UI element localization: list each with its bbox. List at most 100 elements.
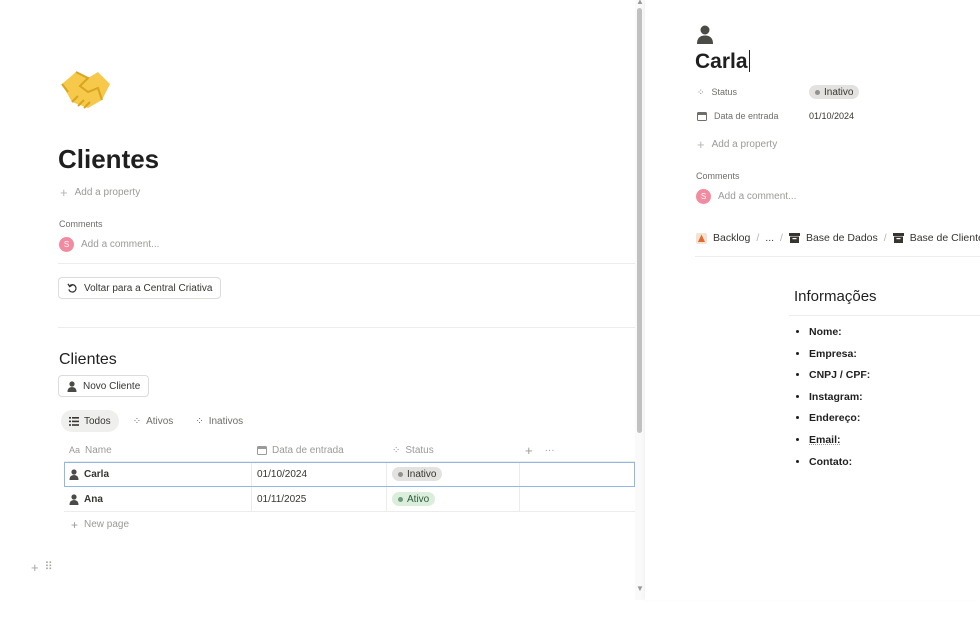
name-cell[interactable]: Ana — [64, 487, 252, 511]
list-item-text: Endereço: — [809, 412, 860, 424]
archive-icon — [893, 233, 904, 243]
list-item-text: Instagram: — [809, 391, 863, 403]
plus-icon: + — [60, 185, 68, 200]
plus-icon[interactable]: + — [31, 560, 39, 575]
block-handle[interactable]: + ⠿ — [31, 560, 53, 575]
breadcrumb-base-de-clientes[interactable]: Base de Clientes — [910, 232, 980, 244]
page-title[interactable]: Clientes — [58, 144, 159, 175]
add-column-icon[interactable]: + — [525, 443, 533, 458]
breadcrumb-backlog[interactable]: Backlog — [713, 232, 750, 244]
name-cell[interactable]: Carla — [64, 462, 252, 486]
date-value: 01/11/2025 — [257, 494, 306, 505]
back-button-label: Voltar para a Central Criativa — [84, 283, 212, 294]
new-page-button[interactable]: + New page — [64, 512, 635, 537]
peek-panel: Carla ⁘ Status Inativo Data de entrada 0… — [645, 0, 980, 600]
list-item[interactable]: Nome: — [809, 324, 870, 346]
person-icon — [69, 494, 79, 505]
tab-label: Inativos — [209, 416, 243, 427]
peek-title[interactable]: Carla — [695, 50, 750, 74]
comment-input[interactable]: Add a comment... — [718, 191, 796, 202]
main-page: Clientes + Add a property Comments S Add… — [0, 0, 645, 600]
breadcrumb-ellipsis[interactable]: ... — [765, 232, 774, 244]
breadcrumb-separator: / — [780, 232, 783, 244]
status-cell[interactable]: Ativo — [387, 487, 520, 511]
status-badge: Ativo — [392, 492, 435, 506]
peek-title-text[interactable]: Carla — [695, 50, 748, 73]
info-list: Nome: Empresa: CNPJ / CPF: Instagram: En… — [809, 324, 870, 475]
scroll-down-icon[interactable]: ▼ — [636, 584, 644, 593]
add-property-label: Add a property — [712, 139, 778, 150]
add-property-button[interactable]: + Add a property — [697, 137, 777, 152]
handshake-icon[interactable] — [58, 64, 114, 112]
list-item[interactable]: Instagram: — [809, 389, 870, 411]
tab-inativos[interactable]: ⁘ Inativos — [187, 410, 251, 432]
divider — [695, 256, 980, 257]
comments-label: Comments — [696, 171, 740, 181]
tab-ativos[interactable]: ⁘ Ativos — [125, 410, 182, 432]
status-dot — [398, 472, 403, 477]
breadcrumb-base-de-dados[interactable]: Base de Dados — [806, 232, 878, 244]
divider — [58, 327, 635, 328]
empty-cell — [520, 462, 635, 486]
date-value: 01/10/2024 — [257, 469, 307, 480]
avatar: S — [696, 189, 711, 204]
loading-icon: ⁘ — [133, 416, 141, 427]
column-header-name[interactable]: Aa Name — [64, 439, 252, 461]
avatar: S — [59, 237, 74, 252]
list-item[interactable]: Endereço: — [809, 410, 870, 432]
person-icon[interactable] — [695, 24, 715, 44]
list-item[interactable]: Email: — [809, 432, 870, 454]
date-value[interactable]: 01/10/2024 — [809, 111, 854, 121]
database-title[interactable]: Clientes — [59, 351, 117, 369]
drag-handle-icon[interactable]: ⠿ — [45, 560, 53, 575]
breadcrumb: Backlog / ... / Base de Dados / Base de … — [696, 232, 980, 244]
add-property-button[interactable]: + Add a property — [60, 185, 140, 200]
list-icon — [69, 417, 79, 426]
table-header: Aa Name Data de entrada ⁘ Status + ··· — [64, 439, 635, 462]
column-label: Name — [85, 445, 112, 456]
scrollbar-thumb[interactable] — [637, 8, 642, 433]
status-label: Inativo — [824, 87, 853, 98]
archive-icon — [789, 233, 800, 243]
info-heading[interactable]: Informações — [794, 288, 877, 305]
status-dot — [815, 90, 820, 95]
comment-input-row[interactable]: S Add a comment... — [696, 189, 796, 204]
divider — [789, 315, 980, 316]
property-status[interactable]: ⁘ Status Inativo — [697, 85, 859, 99]
status-cell[interactable]: Inativo — [387, 462, 520, 486]
back-to-central-button[interactable]: Voltar para a Central Criativa — [58, 277, 221, 299]
comment-input[interactable]: Add a comment... — [81, 239, 159, 250]
list-item[interactable]: Contato: — [809, 454, 870, 476]
status-icon: ⁘ — [392, 445, 400, 456]
status-dot — [398, 497, 403, 502]
status-label: Inativo — [407, 469, 436, 480]
table-row[interactable]: Carla 01/10/2024 Inativo — [64, 462, 635, 487]
status-badge[interactable]: Inativo — [809, 85, 859, 99]
more-options-icon[interactable]: ··· — [545, 445, 555, 456]
column-header-status[interactable]: ⁘ Status — [387, 439, 520, 461]
tab-todos[interactable]: Todos — [61, 410, 119, 432]
date-cell[interactable]: 01/10/2024 — [252, 462, 387, 486]
property-label-text: Status — [712, 87, 738, 97]
list-item[interactable]: CNPJ / CPF: — [809, 367, 870, 389]
comment-input-row[interactable]: S Add a comment... — [59, 237, 159, 252]
plus-icon: + — [71, 518, 78, 532]
scrollbar[interactable]: ▲ ▼ — [635, 0, 645, 600]
divider — [58, 263, 635, 264]
property-label: Data de entrada — [697, 111, 809, 121]
column-label: Status — [405, 445, 433, 456]
breadcrumb-separator: / — [756, 232, 759, 244]
undo-icon — [67, 283, 78, 294]
column-header-date[interactable]: Data de entrada — [252, 439, 387, 461]
calendar-icon — [257, 445, 267, 455]
text-caret — [749, 50, 750, 72]
add-property-label: Add a property — [75, 187, 141, 198]
date-cell[interactable]: 01/11/2025 — [252, 487, 387, 511]
scroll-up-icon[interactable]: ▲ — [636, 0, 644, 6]
calendar-icon — [697, 111, 707, 121]
property-date[interactable]: Data de entrada 01/10/2024 — [697, 111, 854, 121]
list-item[interactable]: Empresa: — [809, 346, 870, 368]
table-row[interactable]: Ana 01/11/2025 Ativo — [64, 487, 635, 512]
list-item-text: Empresa: — [809, 348, 857, 360]
new-client-button[interactable]: Novo Cliente — [58, 375, 149, 397]
